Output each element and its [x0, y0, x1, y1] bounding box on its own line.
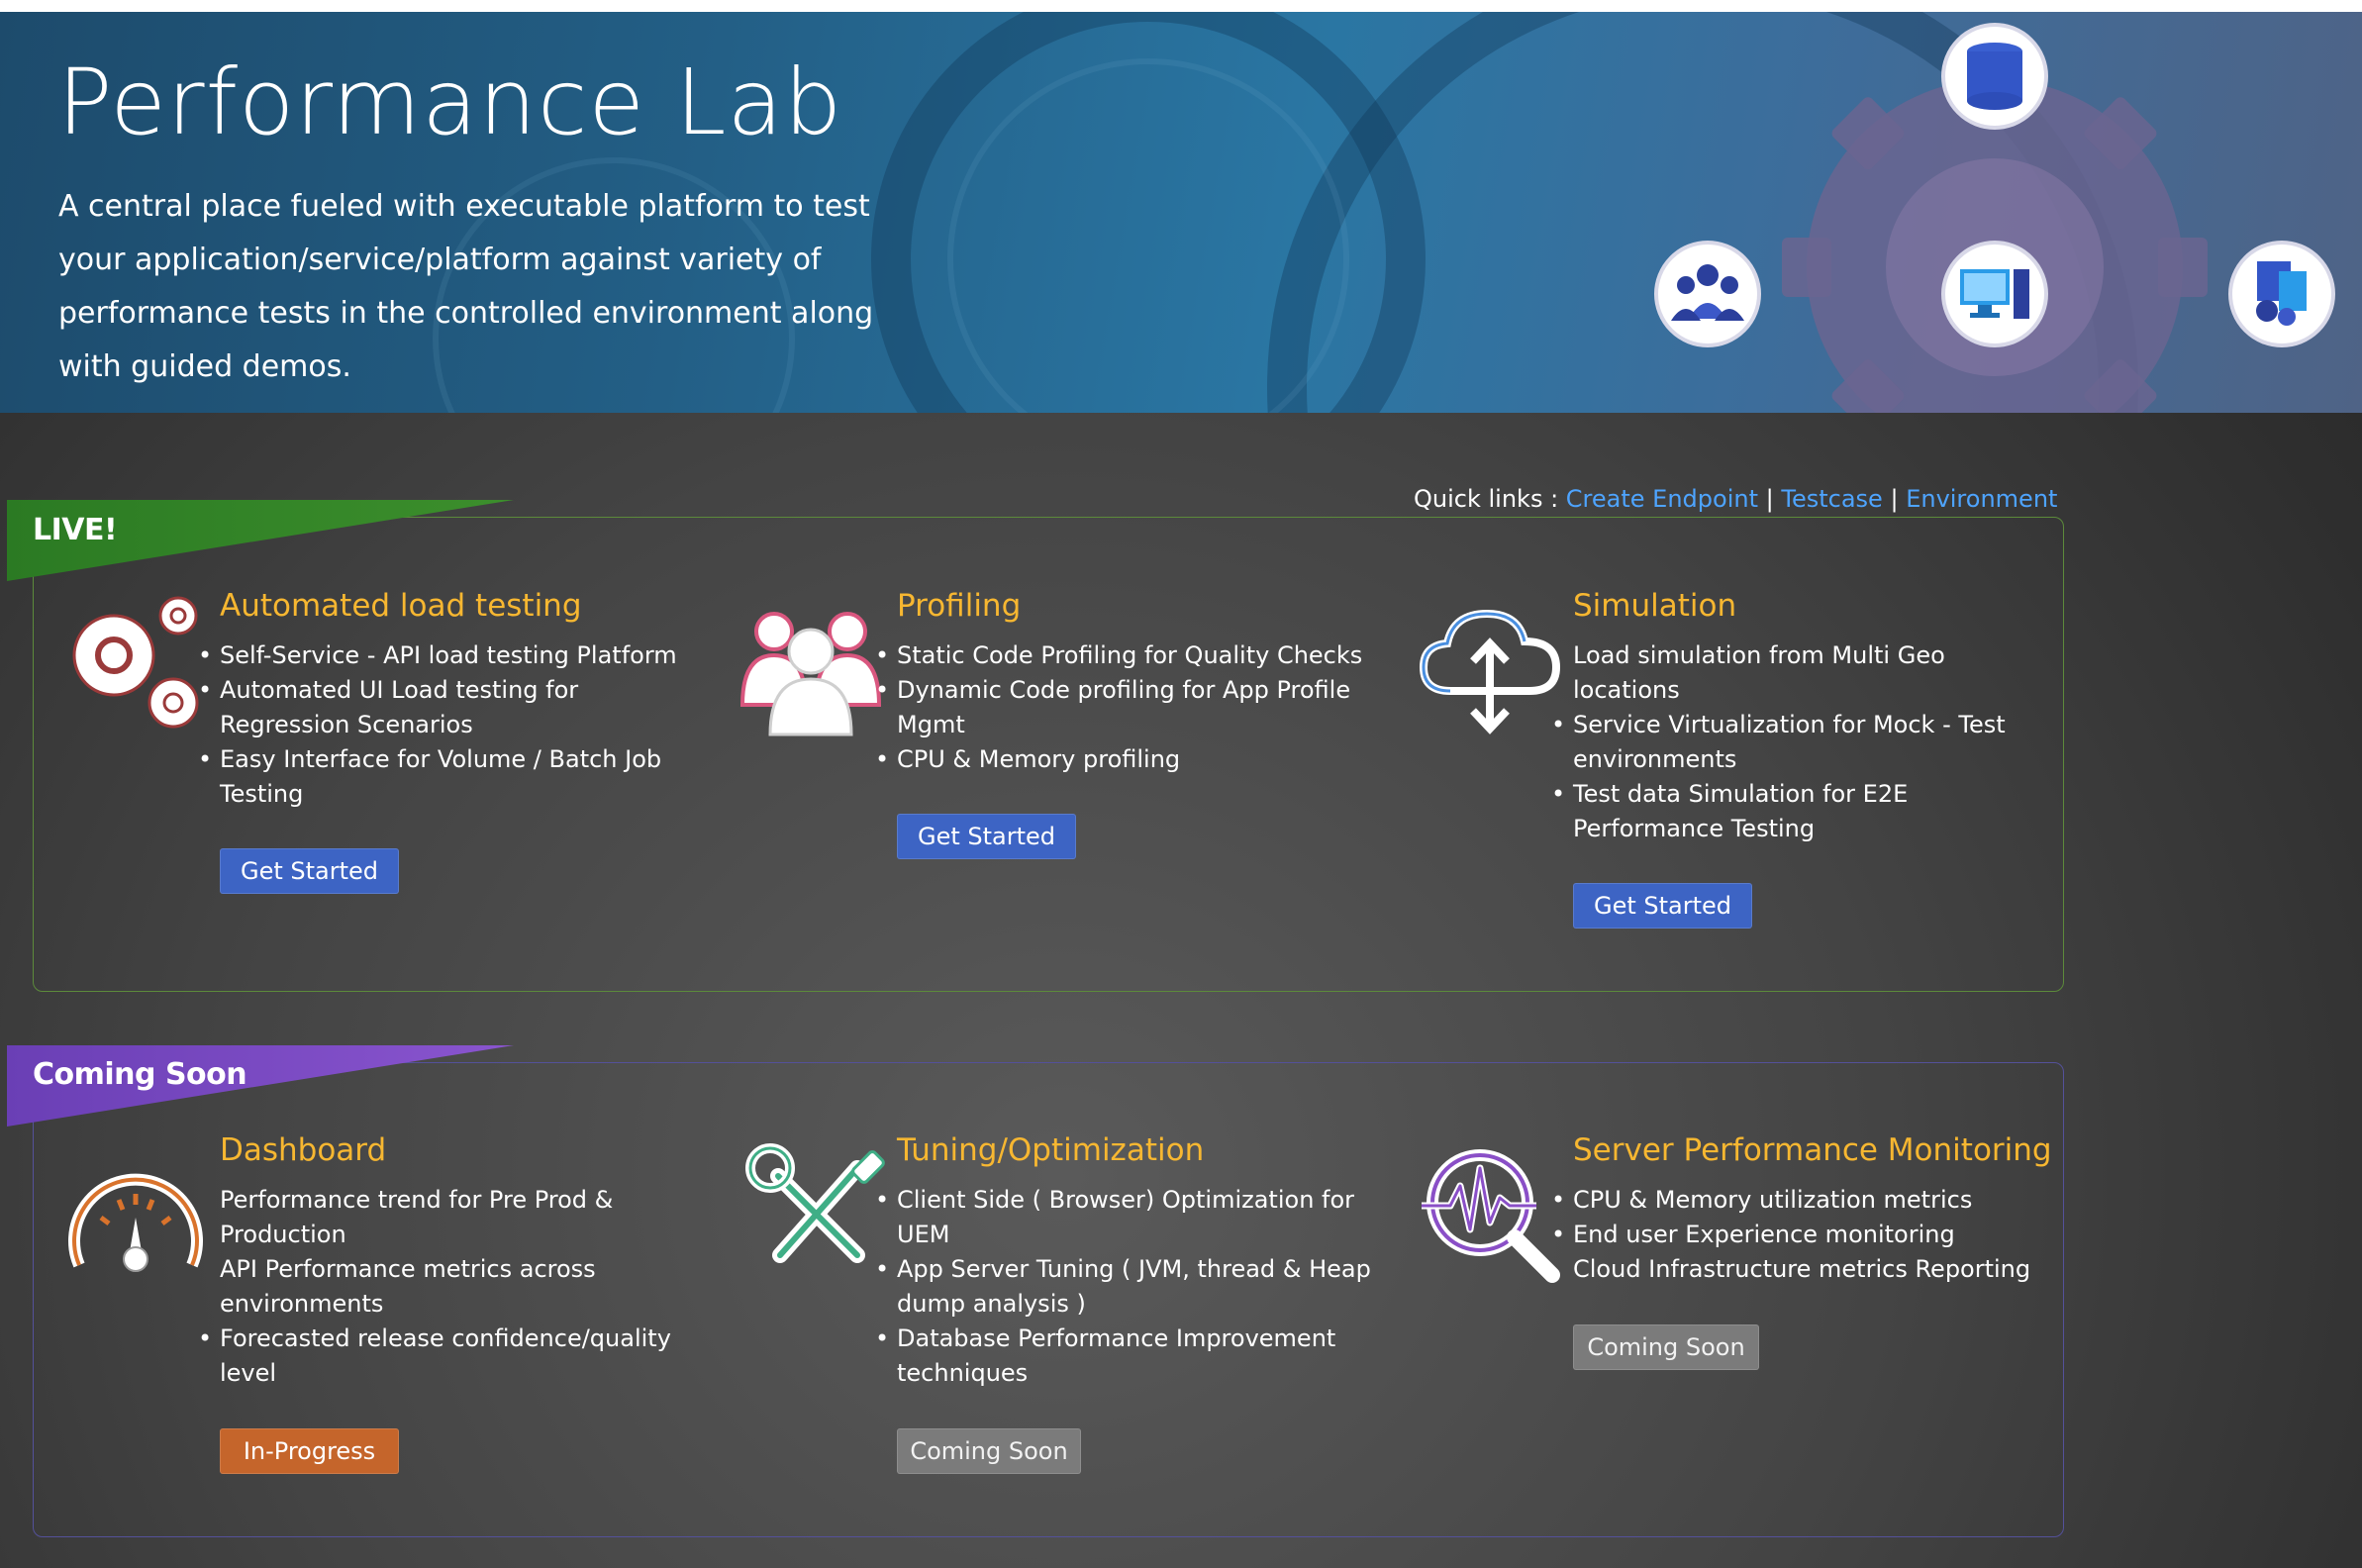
quick-links-label: Quick links :	[1414, 485, 1559, 513]
list-item: environments	[220, 1290, 384, 1318]
coming-soon-ribbon-label: Coming Soon	[33, 1057, 247, 1092]
card-features-simulation: Load simulation from Multi Geo locations…	[1551, 638, 2038, 846]
list-item: Static Code Profiling for Quality Checks	[875, 638, 1372, 673]
get-started-button-simulation[interactable]: Get Started	[1573, 883, 1752, 929]
list-item: Performance trend for Pre Prod &	[220, 1186, 614, 1214]
list-item: App Server Tuning ( JVM, thread & Heap	[875, 1252, 1372, 1287]
server-stack-icon	[2228, 241, 2335, 347]
users-icon	[739, 612, 882, 736]
list-item: UEM	[897, 1221, 950, 1248]
list-item: Automated UI Load testing for	[198, 673, 685, 708]
card-title-simulation: Simulation	[1573, 588, 1737, 624]
desktop-computer-icon	[1941, 241, 2048, 347]
quick-link-create-endpoint[interactable]: Create Endpoint	[1566, 485, 1758, 513]
get-started-button-load-testing[interactable]: Get Started	[220, 848, 399, 894]
wrench-screwdriver-icon	[745, 1143, 885, 1263]
list-item: Database Performance Improvement	[875, 1322, 1372, 1356]
coming-soon-button-monitoring[interactable]: Coming Soon	[1573, 1324, 1759, 1370]
quick-links-bar: Quick links : Create Endpoint | Testcase…	[1414, 485, 2057, 513]
list-item: Test data Simulation for E2E	[1551, 777, 2038, 812]
card-features-automated-load-testing: Self-Service - API load testing Platform…	[198, 638, 685, 812]
coming-soon-button-tuning[interactable]: Coming Soon	[897, 1428, 1081, 1474]
list-item: API Performance metrics across	[220, 1255, 596, 1283]
page-title: Performance Lab	[57, 49, 843, 155]
list-item: Client Side ( Browser) Optimization for	[875, 1183, 1372, 1218]
list-item: End user Experience monitoring	[1551, 1218, 2048, 1252]
list-item: level	[220, 1359, 277, 1387]
get-started-button-profiling[interactable]: Get Started	[897, 814, 1076, 859]
card-features-server-performance-monitoring: CPU & Memory utilization metrics End use…	[1551, 1183, 2048, 1287]
speedometer-icon	[68, 1173, 203, 1272]
list-item: Production	[220, 1221, 346, 1248]
monitor-search-icon	[1422, 1149, 1560, 1283]
in-progress-button-dashboard[interactable]: In-Progress	[220, 1428, 399, 1474]
hero-description: A central place fueled with executable p…	[58, 189, 874, 384]
list-item: techniques	[897, 1359, 1029, 1387]
card-title-tuning-optimization: Tuning/Optimization	[897, 1132, 1205, 1168]
list-item: CPU & Memory utilization metrics	[1551, 1183, 2048, 1218]
top-strip	[0, 0, 2362, 12]
list-item: Testing	[220, 780, 304, 808]
list-item: Dynamic Code profiling for App Profile	[875, 673, 1372, 708]
list-item: Mgmt	[897, 711, 965, 738]
card-features-profiling: Static Code Profiling for Quality Checks…	[875, 638, 1372, 777]
list-item: Load simulation from Multi Geo	[1573, 641, 1945, 669]
gears-icon	[72, 596, 199, 729]
list-item: CPU & Memory profiling	[875, 742, 1372, 777]
live-ribbon-label: LIVE!	[33, 513, 118, 547]
list-item: Easy Interface for Volume / Batch Job	[198, 742, 685, 777]
users-icon	[1654, 241, 1761, 347]
list-item: environments	[1573, 745, 1737, 773]
hero-banner: Performance Lab A central place fueled w…	[0, 12, 2362, 413]
list-item: dump analysis )	[897, 1290, 1086, 1318]
card-title-automated-load-testing: Automated load testing	[220, 588, 582, 624]
card-features-dashboard: Performance trend for Pre Prod & Product…	[198, 1183, 685, 1391]
quick-link-separator: |	[1765, 485, 1774, 513]
list-item: Performance Testing	[1573, 815, 1816, 842]
list-item: Forecasted release confidence/quality	[198, 1322, 685, 1356]
quick-link-environment[interactable]: Environment	[1906, 485, 2057, 513]
database-icon	[1941, 23, 2048, 130]
list-item: locations	[1573, 676, 1680, 704]
list-item: Cloud Infrastructure metrics Reporting	[1573, 1255, 2031, 1283]
cloud-upload-download-icon	[1419, 609, 1561, 735]
card-title-server-performance-monitoring: Server Performance Monitoring	[1573, 1132, 2052, 1168]
quick-link-testcase[interactable]: Testcase	[1781, 485, 1882, 513]
list-item: Self-Service - API load testing Platform	[198, 638, 685, 673]
list-item: Regression Scenarios	[220, 711, 473, 738]
list-item: Service Virtualization for Mock - Test	[1551, 708, 2038, 742]
quick-link-separator: |	[1890, 485, 1899, 513]
card-title-dashboard: Dashboard	[220, 1132, 387, 1168]
card-features-tuning-optimization: Client Side ( Browser) Optimization for …	[875, 1183, 1372, 1391]
card-title-profiling: Profiling	[897, 588, 1022, 624]
